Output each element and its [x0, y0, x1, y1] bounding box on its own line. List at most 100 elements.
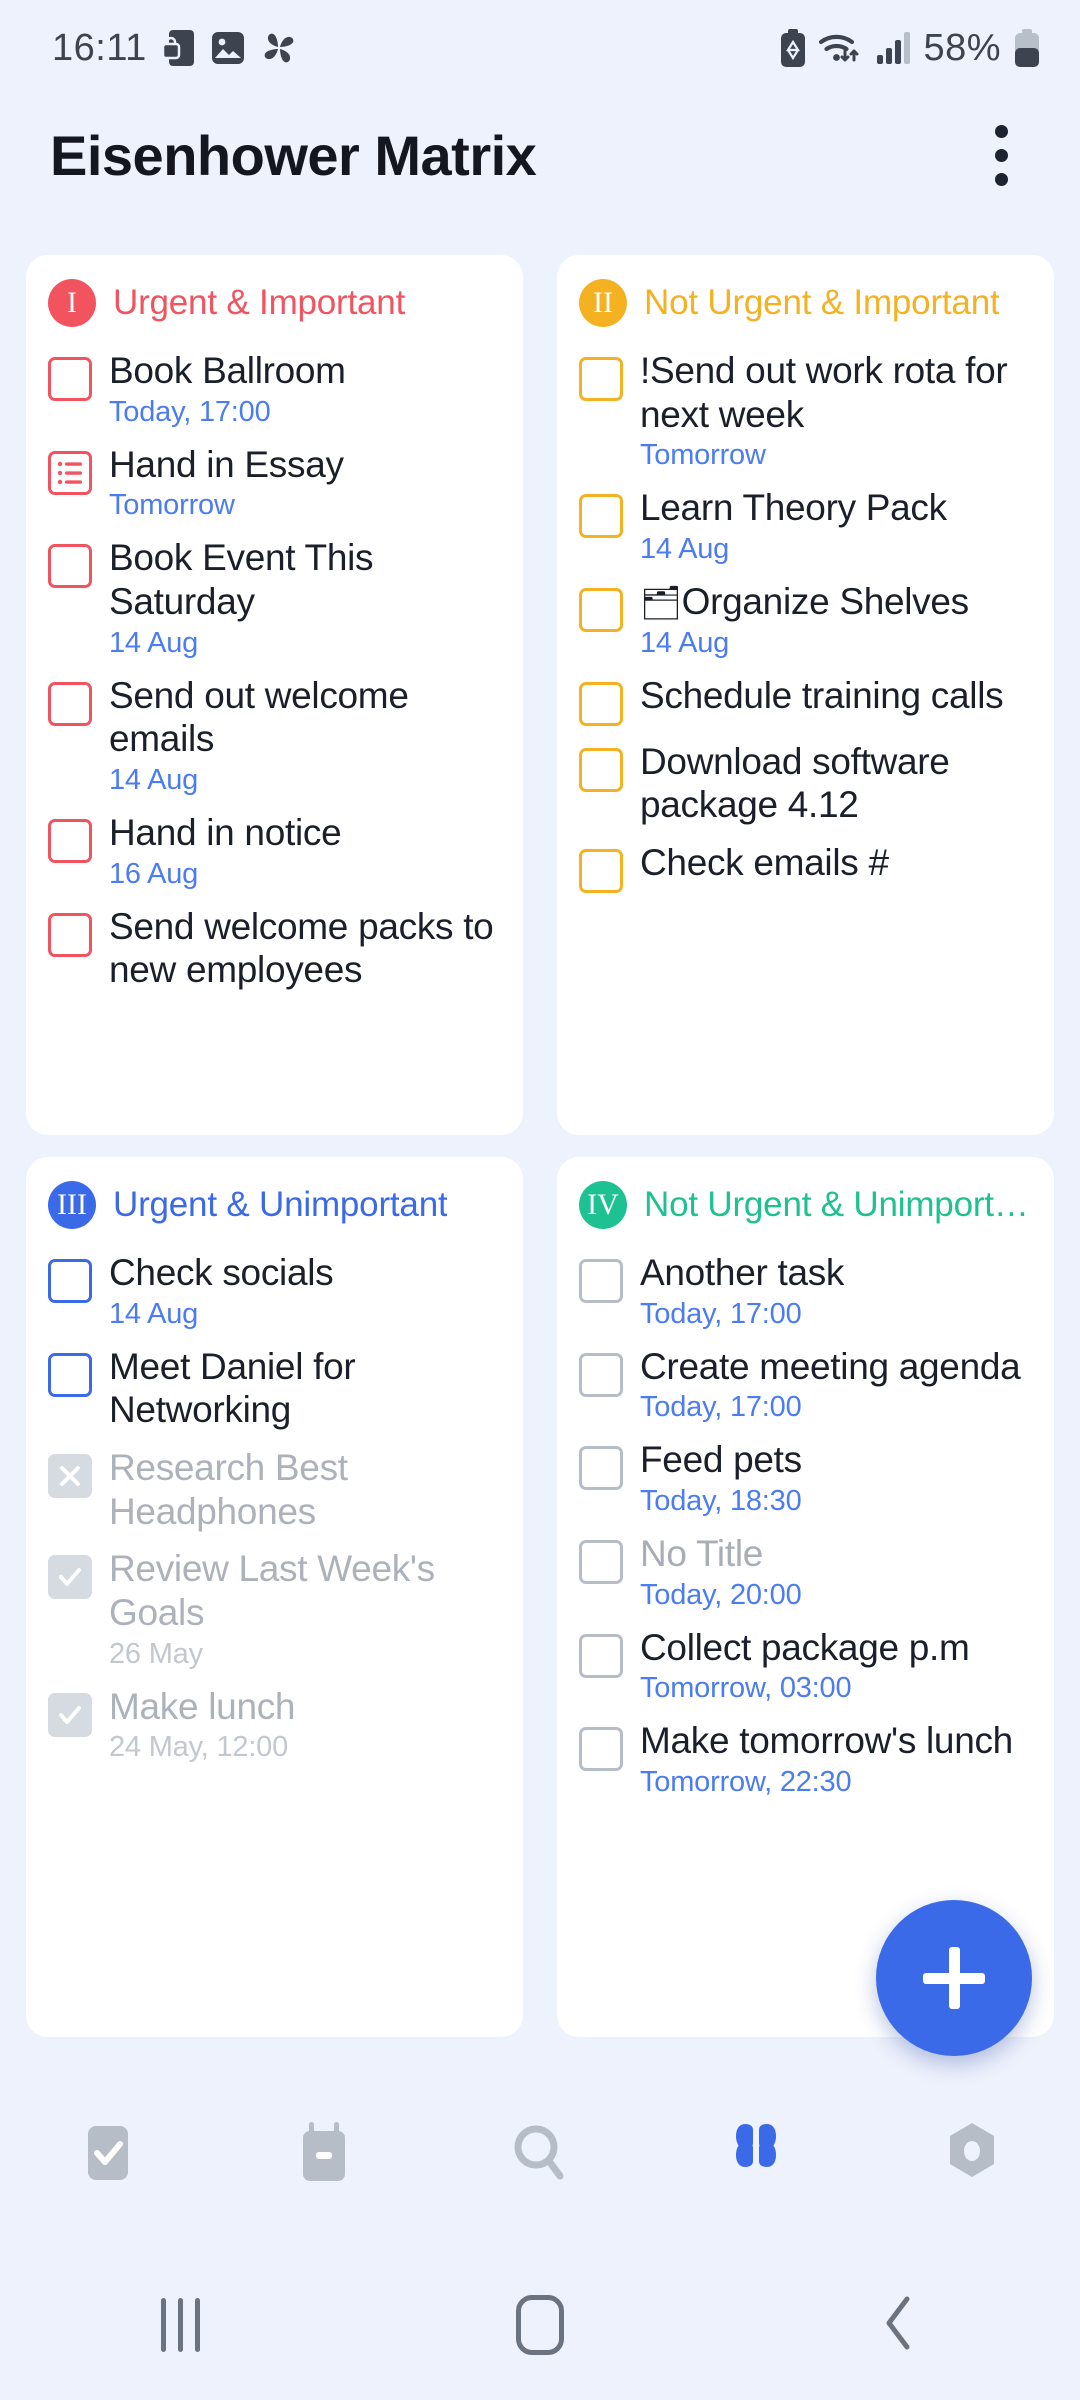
task-row[interactable]: Make tomorrow's lunch Tomorrow, 22:30: [579, 1719, 1032, 1799]
task-title: Meet Daniel for Networking: [109, 1345, 356, 1431]
checkbox-empty[interactable]: [579, 494, 623, 539]
task-body: Meet Daniel for Networking: [109, 1345, 501, 1432]
checkbox-empty[interactable]: [48, 357, 92, 401]
task-row[interactable]: Hand in notice 16 Aug: [48, 811, 501, 891]
checkbox-empty[interactable]: [48, 544, 92, 589]
task-due-date: 14 Aug: [109, 763, 199, 796]
task-row[interactable]: Send out welcome emails 14 Aug: [48, 674, 501, 797]
nav-search-button[interactable]: [470, 2095, 610, 2215]
overflow-menu-icon[interactable]: [966, 112, 1036, 198]
task-body: Review Last Week's Goals 26 May: [109, 1547, 501, 1670]
checkbox-empty[interactable]: [579, 587, 623, 632]
checkbox-cancelled[interactable]: [48, 1453, 92, 1498]
battery-percent: 58%: [923, 26, 1001, 69]
task-due-date: Tomorrow, 22:30: [640, 1765, 852, 1798]
eisenhower-matrix-grid: I Urgent & Important Book Ballroom Today, 1…: [26, 255, 1054, 2037]
task-row[interactable]: Review Last Week's Goals 26 May: [48, 1547, 501, 1670]
quadrant-title: Urgent & Unimportant: [113, 1185, 448, 1224]
checkbox-empty[interactable]: [48, 1259, 92, 1303]
checkbox-empty[interactable]: [48, 818, 92, 863]
checkbox-empty[interactable]: [579, 1633, 623, 1678]
task-body: Research Best Headphones: [109, 1446, 501, 1533]
task-body: Book Ballroom Today, 17:00: [109, 349, 501, 429]
checkbox-checked[interactable]: [48, 1692, 92, 1737]
task-row[interactable]: Create meeting agenda Today, 17:00: [579, 1345, 1032, 1425]
task-row[interactable]: Another task Today, 17:00: [579, 1251, 1032, 1331]
status-bar-right: 58%: [780, 27, 1040, 70]
task-emoji-icon: 🗂: [640, 583, 682, 621]
phone-lock-icon: [162, 29, 195, 67]
task-title-text: Organize Shelves: [681, 580, 970, 622]
task-body: Make lunch 24 May, 12:00: [109, 1685, 501, 1765]
nav-matrix-button[interactable]: [686, 2095, 826, 2215]
nav-calendar-button[interactable]: [254, 2095, 394, 2215]
recents-button[interactable]: [105, 2270, 255, 2380]
quadrant-title: Not Urgent & Important: [644, 283, 1000, 322]
task-due-date: 16 Aug: [109, 857, 199, 890]
checkbox-empty[interactable]: [579, 1446, 623, 1491]
task-title: Download software package 4.12: [640, 740, 950, 826]
home-button[interactable]: [465, 2270, 615, 2380]
checkbox-empty[interactable]: [579, 747, 623, 792]
image-icon: [211, 31, 245, 65]
checkbox-empty[interactable]: [48, 681, 92, 726]
nav-tasks-button[interactable]: [38, 2095, 178, 2215]
checkbox-empty[interactable]: [579, 1539, 623, 1584]
checkbox-empty[interactable]: [579, 1727, 623, 1772]
recents-icon: [160, 2298, 200, 2352]
checkbox-checked[interactable]: [48, 1555, 92, 1600]
checkbox-empty[interactable]: [579, 357, 623, 401]
checkbox-empty[interactable]: [579, 848, 623, 893]
quadrant-card-ii: II Not Urgent & Important !Send out work r…: [557, 255, 1054, 1135]
kebab-dot: [994, 172, 1008, 186]
task-row[interactable]: Download software package 4.12: [579, 740, 1032, 827]
checkbox-empty[interactable]: [579, 681, 623, 726]
task-title: No Title: [640, 1532, 764, 1574]
task-row[interactable]: Book Ballroom Today, 17:00: [48, 349, 501, 429]
task-title: Hand in notice: [109, 811, 342, 853]
task-body: Feed pets Today, 18:30: [640, 1438, 1032, 1518]
task-title: Research Best Headphones: [109, 1446, 348, 1532]
task-row[interactable]: No Title Today, 20:00: [579, 1532, 1032, 1612]
task-title: Check socials: [109, 1252, 334, 1293]
task-row[interactable]: 🗂Organize Shelves 14 Aug: [579, 580, 1032, 660]
task-body: Learn Theory Pack 14 Aug: [640, 486, 1032, 566]
task-body: Schedule training calls: [640, 674, 1032, 718]
status-bar: 16:11 58%: [0, 0, 1080, 96]
task-row[interactable]: Research Best Headphones: [48, 1446, 501, 1533]
task-row[interactable]: Collect package p.m Tomorrow, 03:00: [579, 1626, 1032, 1706]
add-task-button[interactable]: [876, 1900, 1032, 2056]
checkbox-empty[interactable]: [48, 1352, 92, 1397]
task-body: Hand in Essay Tomorrow: [109, 443, 501, 523]
back-button[interactable]: [825, 2270, 975, 2380]
task-title: Check emails #: [640, 841, 889, 883]
task-row[interactable]: Feed pets Today, 18:30: [579, 1438, 1032, 1518]
task-row[interactable]: Send welcome packs to new employees: [48, 905, 501, 992]
checkbox-empty[interactable]: [579, 1352, 623, 1397]
task-row[interactable]: Check emails #: [579, 841, 1032, 893]
task-row[interactable]: Meet Daniel for Networking: [48, 1345, 501, 1432]
task-body: 🗂Organize Shelves 14 Aug: [640, 580, 1032, 660]
checkbox-empty[interactable]: [48, 912, 92, 957]
checkbox-empty[interactable]: [579, 1259, 623, 1303]
task-row[interactable]: Check socials 14 Aug: [48, 1251, 501, 1331]
matrix-grid-icon: [725, 2118, 787, 2193]
task-body: Make tomorrow's lunch Tomorrow, 22:30: [640, 1719, 1032, 1799]
task-body: Check emails #: [640, 841, 1032, 885]
task-title: Make tomorrow's lunch: [640, 1720, 1013, 1762]
task-due-date: Tomorrow: [109, 489, 235, 522]
task-row[interactable]: Hand in Essay Tomorrow: [48, 443, 501, 523]
task-body: Hand in notice 16 Aug: [109, 811, 501, 891]
task-row[interactable]: !Send out work rota for next week Tomorro…: [579, 349, 1032, 472]
quadrant-card-i: I Urgent & Important Book Ballroom Today, 1…: [26, 255, 523, 1135]
home-icon: [516, 2295, 564, 2355]
task-row[interactable]: Learn Theory Pack 14 Aug: [579, 486, 1032, 566]
task-row[interactable]: Make lunch 24 May, 12:00: [48, 1685, 501, 1765]
nav-settings-button[interactable]: [902, 2095, 1042, 2215]
subtask-list-icon[interactable]: [48, 450, 92, 495]
task-row[interactable]: Book Event This Saturday 14 Aug: [48, 536, 501, 659]
task-row[interactable]: Schedule training calls: [579, 674, 1032, 726]
battery-icon: [1014, 29, 1040, 67]
task-title: Schedule training calls: [640, 674, 1004, 716]
quadrant-header: III Urgent & Unimportant: [48, 1181, 501, 1229]
